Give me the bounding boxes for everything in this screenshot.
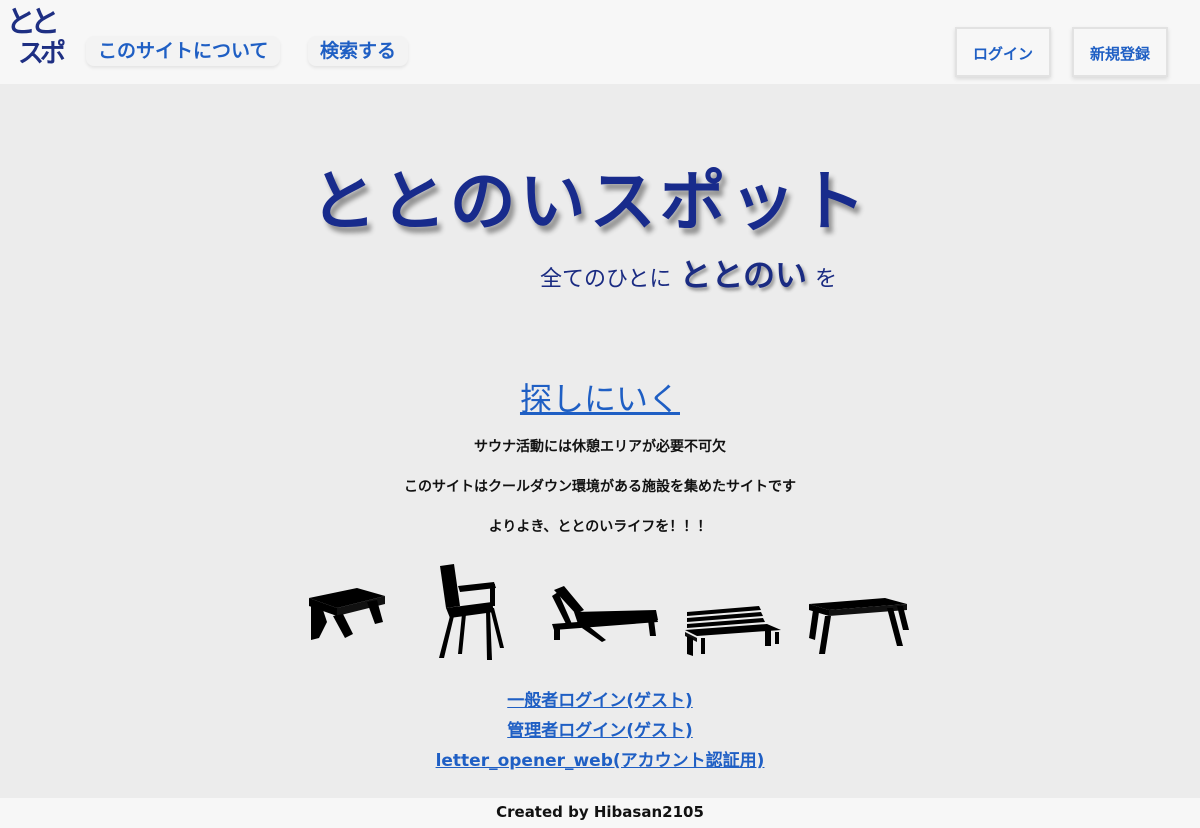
admin-login-link[interactable]: 管理者ログイン(ゲスト): [0, 716, 1200, 741]
login-button[interactable]: ログイン: [955, 27, 1051, 77]
armchair-icon: [439, 564, 504, 660]
footer: Created by Hibasan2105: [0, 798, 1200, 828]
footer-credit: Created by Hibasan2105: [496, 803, 704, 821]
description-line-2: このサイトはクールダウン環境がある施設を集めたサイトです: [404, 479, 796, 495]
furniture-icons: [300, 560, 910, 664]
hero-title: ととのいスポット: [310, 162, 870, 240]
hero-tagline: 全てのひとに ととのいを: [540, 250, 837, 296]
register-button[interactable]: 新規登録: [1072, 27, 1168, 77]
description-line-1: サウナ活動には休憩エリアが必要不可欠: [474, 439, 726, 455]
description-line-3: よりよき、ととのいライフを！！！: [488, 519, 712, 535]
logo-line-2: スポ: [18, 39, 66, 69]
tagline-pre: 全てのひとに: [540, 267, 672, 292]
logo-line-1: とと: [6, 5, 60, 40]
bench-icon: [685, 606, 781, 656]
table-bench-icon: [809, 598, 909, 654]
tagline-highlight: ととのい: [679, 256, 808, 294]
letter-opener-link[interactable]: letter_opener_web(アカウント認証用): [0, 746, 1200, 771]
nav-search-link[interactable]: 検索する: [308, 36, 409, 66]
navbar: とと スポ このサイトについて 検索する ログイン 新規登録: [0, 0, 1200, 84]
stool-icon: [309, 588, 385, 640]
tagline-post: を: [815, 267, 838, 292]
lounger-icon: [552, 586, 658, 642]
find-spots-link[interactable]: 探しにいく: [0, 374, 1200, 420]
nav-about-link[interactable]: このサイトについて: [86, 36, 281, 66]
site-logo[interactable]: とと スポ: [4, 8, 66, 74]
guest-login-link[interactable]: 一般者ログイン(ゲスト): [0, 686, 1200, 711]
